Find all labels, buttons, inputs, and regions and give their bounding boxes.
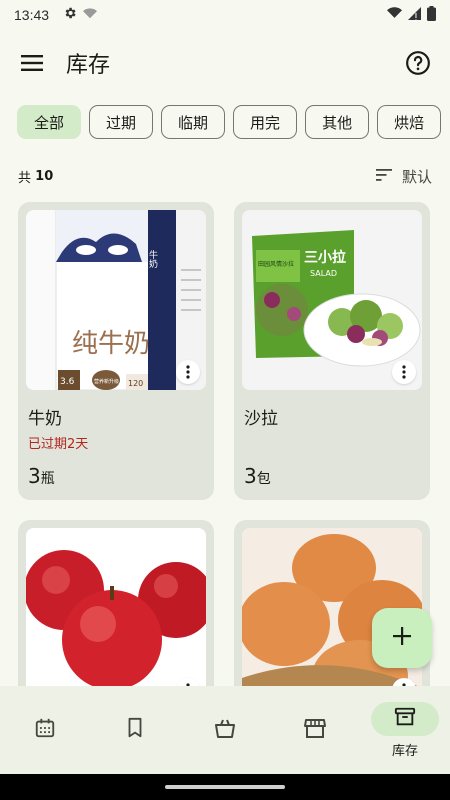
inventory-card-salad[interactable]: 三小拉 SALAD 田园风情沙拉 沙拉 3包 xyxy=(234,202,430,500)
menu-icon[interactable] xyxy=(16,47,48,79)
sort-label: 默认 xyxy=(401,167,432,186)
calendar-icon xyxy=(34,717,56,743)
top-app-bar: 库存 xyxy=(0,36,450,90)
salad-en: SALAD xyxy=(310,269,337,278)
wifi-off-icon xyxy=(83,6,98,24)
more-options-icon[interactable] xyxy=(176,360,200,384)
salad-brand: 三小拉 xyxy=(304,249,346,266)
item-name: 沙拉 xyxy=(244,409,278,429)
milk-carton-image: 纯牛奶 牛奶 3.6 营养新升级 120 xyxy=(26,210,206,390)
basket-icon xyxy=(213,717,237,743)
nav-bookmark[interactable] xyxy=(90,686,180,774)
total-count: 10 xyxy=(35,168,54,184)
settings-gear-icon xyxy=(63,6,77,24)
nav-inventory[interactable]: 库存 xyxy=(360,686,450,774)
nav-basket[interactable] xyxy=(180,686,270,774)
salad-bag-image: 三小拉 SALAD 田园风情沙拉 xyxy=(242,210,422,390)
help-icon[interactable] xyxy=(402,47,434,79)
archive-icon xyxy=(394,706,416,732)
summary-row: 共 10 默认 xyxy=(18,164,432,188)
nav-store[interactable] xyxy=(270,686,360,774)
apples-image xyxy=(26,528,206,708)
wifi-icon xyxy=(387,6,402,24)
quantity-unit: 瓶 xyxy=(40,471,55,487)
filter-chip-other[interactable]: 其他 xyxy=(305,105,370,139)
more-options-icon[interactable] xyxy=(392,360,416,384)
filter-chip-all[interactable]: 全部 xyxy=(17,105,82,139)
item-quantity: 3瓶 xyxy=(28,464,55,488)
gesture-handle[interactable] xyxy=(165,785,285,789)
signal-icon xyxy=(408,6,421,24)
bottom-navigation: 库存 xyxy=(0,686,450,774)
sort-icon xyxy=(375,167,392,185)
item-quantity: 3包 xyxy=(244,464,271,488)
status-bar: 13:43 xyxy=(0,0,450,30)
nav-inventory-label: 库存 xyxy=(391,743,418,759)
item-name: 牛奶 xyxy=(28,409,62,429)
nav-calendar[interactable] xyxy=(0,686,90,774)
sort-button[interactable]: 默认 xyxy=(375,166,432,187)
filter-chip-expired[interactable]: 过期 xyxy=(89,105,154,139)
filter-chip-baking[interactable]: 烘焙 xyxy=(377,105,442,139)
add-item-fab[interactable] xyxy=(372,608,432,668)
filter-chip-used-up[interactable]: 用完 xyxy=(233,105,298,139)
milk-volume: 120 xyxy=(128,379,143,388)
inventory-card-milk[interactable]: 纯牛奶 牛奶 3.6 营养新升级 120 牛奶 已过期2天 3瓶 xyxy=(18,202,214,500)
expiry-status: 已过期2天 xyxy=(28,437,89,452)
store-icon xyxy=(303,717,327,743)
total-prefix: 共 xyxy=(18,170,32,186)
quantity-unit: 包 xyxy=(256,471,271,487)
quantity-value: 3 xyxy=(244,464,257,488)
page-title: 库存 xyxy=(66,53,111,78)
milk-fat-label: 3.6 xyxy=(60,377,75,387)
battery-icon xyxy=(427,5,436,25)
plus-icon xyxy=(393,627,411,649)
quantity-value: 3 xyxy=(28,464,41,488)
milk-badge: 营养新升级 xyxy=(94,378,119,385)
status-time: 13:43 xyxy=(14,7,50,23)
gesture-bar xyxy=(0,774,450,800)
milk-label-main: 纯牛奶 xyxy=(72,329,150,359)
filter-chip-expiring[interactable]: 临期 xyxy=(161,105,226,139)
bookmark-icon xyxy=(125,717,145,743)
milk-label-side: 牛奶 xyxy=(147,249,158,269)
salad-flavor: 田园风情沙拉 xyxy=(258,260,294,268)
filter-chip-row: 全部 过期 临期 用完 其他 烘焙 xyxy=(17,105,450,141)
